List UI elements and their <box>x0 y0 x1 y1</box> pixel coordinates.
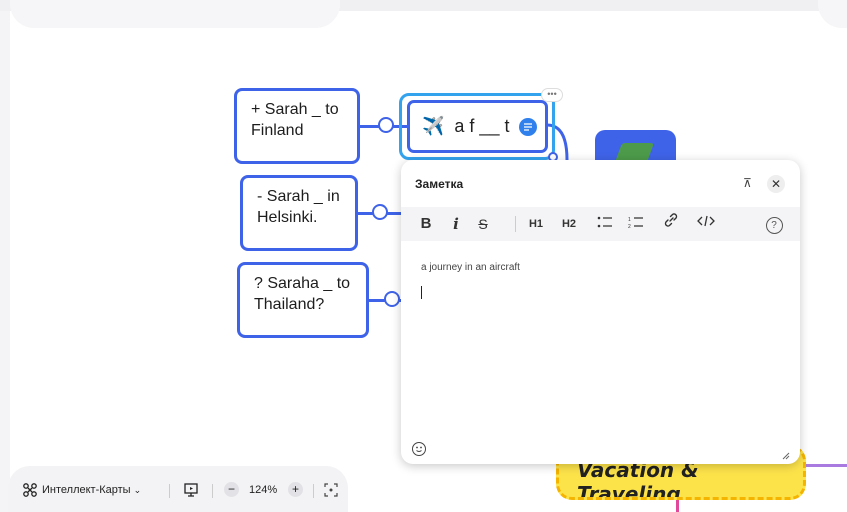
emoji-icon[interactable] <box>412 442 426 456</box>
text-caret <box>421 286 422 299</box>
zoom-level: 124% <box>249 484 278 496</box>
mindmap-node-positive[interactable]: + Sarah _ to Finland <box>234 88 360 164</box>
node-text-line: + Sarah _ to <box>251 101 339 118</box>
mode-dropdown-label: Интеллект-Карты <box>42 484 131 496</box>
bullet-list-icon[interactable] <box>596 207 614 241</box>
node-text-line: Thailand? <box>254 296 325 313</box>
top-panel-right <box>818 0 847 28</box>
node-connector-dot[interactable] <box>384 291 400 307</box>
code-icon[interactable] <box>696 207 716 241</box>
node-connector-dot[interactable] <box>378 117 394 133</box>
toolbar-divider <box>313 484 314 498</box>
fit-screen-icon[interactable] <box>324 478 342 502</box>
strikethrough-button[interactable]: S <box>475 207 491 241</box>
vacation-node-text: Vacation & Traveling <box>577 458 699 500</box>
link-icon[interactable] <box>662 207 680 241</box>
note-panel <box>401 160 800 464</box>
node-text-line: Finland <box>251 122 304 139</box>
resize-handle-icon[interactable] <box>780 450 790 463</box>
help-icon[interactable]: ? <box>765 207 783 241</box>
connector-line-pink <box>676 500 679 512</box>
heading2-button[interactable]: H2 <box>560 207 578 241</box>
presentation-icon[interactable] <box>183 478 201 502</box>
note-indicator-icon[interactable] <box>519 117 538 136</box>
zoom-in-label: + <box>288 482 303 497</box>
zoom-out-button[interactable]: − <box>224 478 240 502</box>
mindmap-node-negative[interactable]: - Sarah _ in Helsinki. <box>240 175 358 251</box>
central-node-text: a f __ t <box>454 116 510 136</box>
heading1-button[interactable]: H1 <box>527 207 545 241</box>
toolbar-divider <box>212 484 213 498</box>
chevron-down-icon: ⌄ <box>133 485 142 495</box>
toolbar-divider <box>169 484 170 498</box>
zoom-in-button[interactable]: + <box>288 478 304 502</box>
central-node[interactable]: ✈️ a f __ t <box>407 100 548 153</box>
close-icon[interactable]: ✕ <box>767 175 785 193</box>
node-text-line: Helsinki. <box>257 209 318 226</box>
airplane-icon: ✈️ <box>422 116 445 136</box>
canvas-left-edge <box>0 11 10 512</box>
toolbar-divider <box>515 216 516 232</box>
pin-icon[interactable]: ⊼ <box>743 176 752 190</box>
zoom-out-label: − <box>224 482 239 497</box>
svg-text:1: 1 <box>628 217 631 223</box>
mindmap-mode-icon[interactable] <box>22 478 40 502</box>
numbered-list-icon[interactable]: 12 <box>627 207 645 241</box>
node-text-line: - Sarah _ in <box>257 188 340 205</box>
note-panel-title: Заметка <box>415 177 464 191</box>
mode-dropdown[interactable]: Интеллект-Карты ⌄ <box>42 478 147 502</box>
svg-text:2: 2 <box>628 224 631 228</box>
node-more-options-button[interactable]: ••• <box>541 88 563 102</box>
node-connector-dot[interactable] <box>372 204 388 220</box>
bold-button[interactable]: B <box>417 207 435 241</box>
connector-line-purple <box>806 464 847 467</box>
italic-button[interactable]: i <box>449 207 463 241</box>
top-panel-left <box>10 0 340 28</box>
note-content-text[interactable]: a journey in an aircraft <box>421 262 520 273</box>
mindmap-node-question[interactable]: ? Saraha _ to Thailand? <box>237 262 369 338</box>
node-text-line: ? Saraha _ to <box>254 275 351 292</box>
help-button-label: ? <box>765 217 783 234</box>
